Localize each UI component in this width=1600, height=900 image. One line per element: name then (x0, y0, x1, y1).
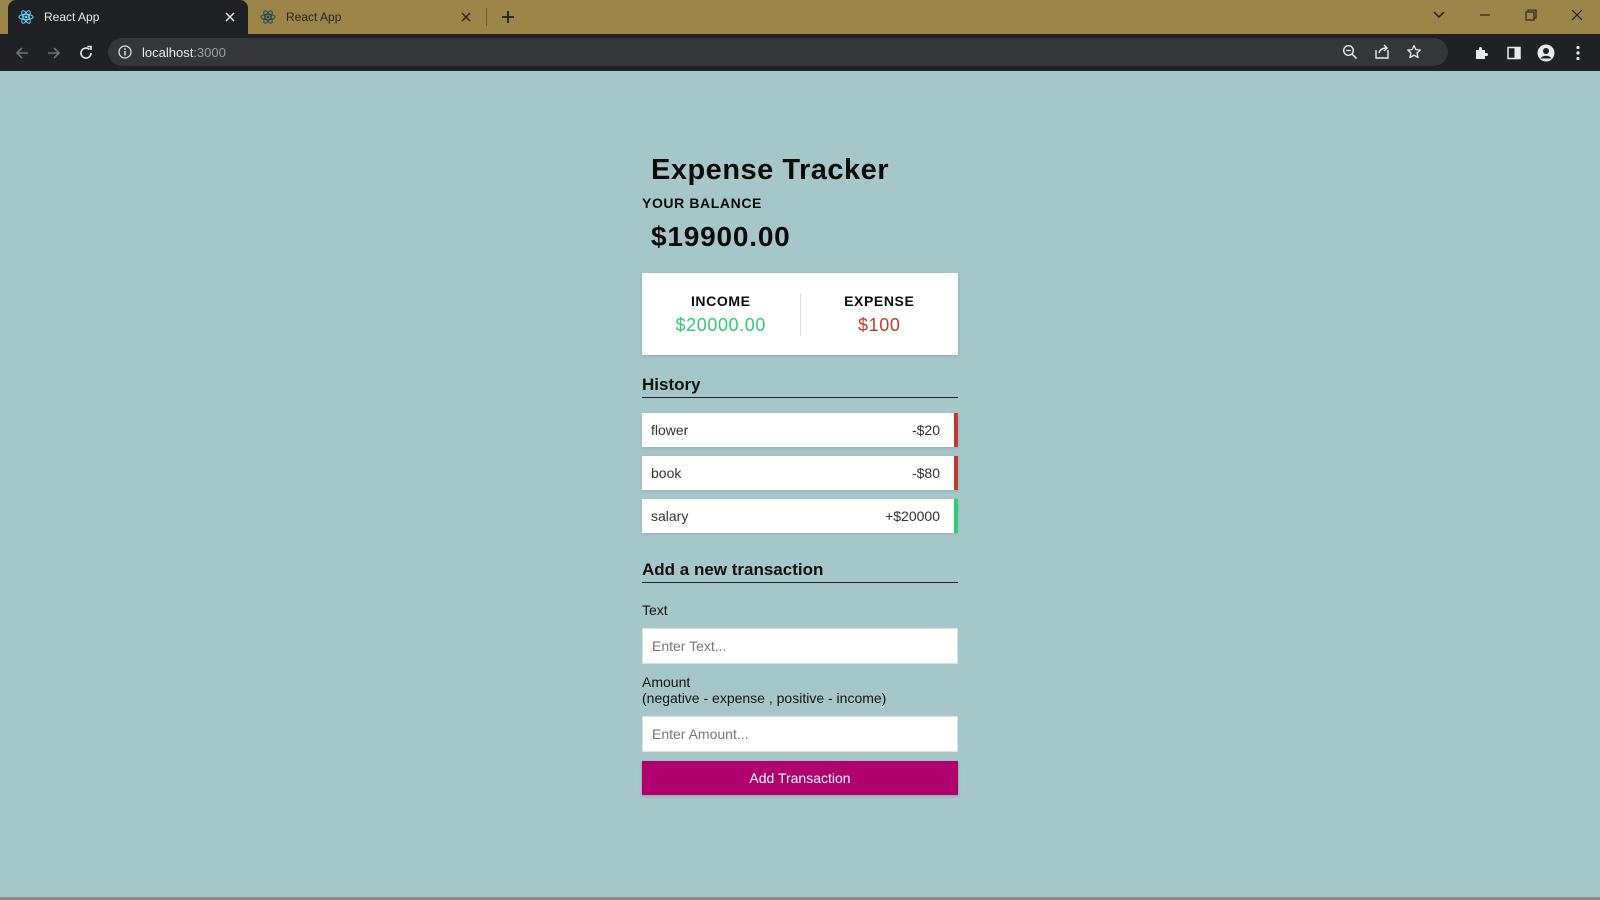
react-atom-icon (18, 10, 34, 24)
tab-separator (486, 8, 487, 26)
income-panel: INCOME $20000.00 (642, 292, 801, 336)
forward-button[interactable] (41, 40, 67, 66)
expense-tracker-app: Expense Tracker YOUR BALANCE $19900.00 I… (642, 150, 958, 795)
react-atom-icon (260, 10, 276, 24)
expense-amount: $100 (858, 314, 901, 335)
tab-title: React App (286, 10, 342, 24)
tab-title: React App (44, 10, 100, 24)
balance-label: YOUR BALANCE (642, 195, 762, 211)
page-title: Expense Tracker (651, 154, 890, 186)
transaction-amount: -$80 (911, 465, 940, 481)
add-transaction-form: Text Amount (negative - expense , positi… (642, 602, 958, 795)
address-bar[interactable]: localhost:3000 (108, 38, 1448, 66)
browser-tab-active[interactable]: React App (8, 0, 248, 34)
back-button[interactable] (9, 40, 35, 66)
puzzle-icon[interactable] (1472, 43, 1492, 63)
transaction-text: book (651, 465, 682, 481)
profile-icon[interactable] (1536, 43, 1556, 63)
expense-label: EXPENSE (844, 292, 915, 309)
transaction-item[interactable]: book -$80 (642, 456, 958, 490)
close-icon[interactable] (222, 9, 238, 25)
info-icon[interactable] (118, 45, 132, 59)
balance-amount: $19900.00 (651, 221, 791, 252)
history-title: History (642, 375, 958, 398)
browser-tabstrip: React App React App (0, 0, 1600, 34)
close-icon (1571, 9, 1583, 21)
text-label: Text (642, 602, 668, 618)
close-icon[interactable] (458, 9, 474, 25)
transaction-amount: +$20000 (885, 508, 940, 524)
income-expense-summary: INCOME $20000.00 EXPENSE $100 (642, 273, 958, 355)
amount-label-text: Amount (642, 674, 691, 690)
chevron-down-icon (1433, 11, 1445, 19)
url-host: localhost (142, 45, 194, 60)
browser-toolbar: localhost:3000 (0, 34, 1600, 71)
text-input[interactable] (642, 628, 958, 664)
transaction-text: salary (651, 508, 689, 524)
new-tab-button[interactable] (498, 7, 518, 27)
income-label: INCOME (690, 292, 751, 309)
tab-search-button[interactable] (1416, 0, 1462, 30)
kebab-menu-icon[interactable] (1568, 43, 1588, 63)
expense-panel: EXPENSE $100 (801, 293, 959, 336)
url-text: localhost:3000 (142, 45, 226, 60)
share-icon[interactable] (1374, 44, 1390, 60)
amount-hint: (negative - expense , positive - income) (642, 690, 887, 706)
transaction-amount: -$20 (911, 422, 940, 438)
reload-icon (80, 45, 92, 59)
transaction-item[interactable]: salary +$20000 (642, 499, 958, 533)
zoom-icon[interactable] (1342, 44, 1358, 60)
close-window-button[interactable] (1554, 0, 1600, 30)
amount-input[interactable] (642, 716, 958, 752)
minimize-button[interactable] (1462, 0, 1508, 30)
side-panel-icon[interactable] (1504, 43, 1524, 63)
transaction-text: flower (651, 422, 689, 438)
restore-button[interactable] (1508, 0, 1554, 30)
transaction-list: flower -$20 book -$80 salary +$20000 (642, 413, 958, 533)
star-icon[interactable] (1406, 44, 1422, 60)
reload-button[interactable] (73, 40, 99, 66)
plus-icon (502, 11, 514, 23)
url-port: :3000 (193, 45, 226, 60)
arrow-right-icon (48, 47, 61, 59)
minimize-icon (1480, 14, 1490, 16)
amount-label: Amount (negative - expense , positive - … (642, 674, 958, 706)
add-transaction-title: Add a new transaction (642, 560, 958, 583)
browser-tab-inactive[interactable]: React App (250, 0, 484, 34)
arrow-left-icon (15, 47, 28, 59)
income-amount: $20000.00 (675, 314, 766, 335)
transaction-item[interactable]: flower -$20 (642, 413, 958, 447)
add-transaction-button[interactable]: Add Transaction (642, 761, 958, 795)
restore-icon (1525, 9, 1537, 21)
